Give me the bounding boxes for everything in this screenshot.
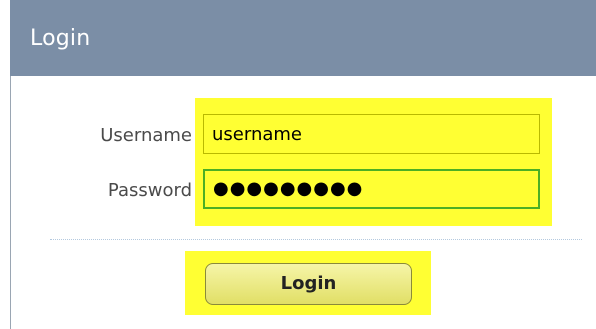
password-label: Password (107, 180, 192, 201)
panel-left-border (10, 76, 11, 329)
page-title: Login (30, 26, 91, 51)
title-bar: Login (10, 0, 596, 76)
form-divider (50, 239, 582, 240)
login-button[interactable]: Login (205, 263, 412, 305)
password-input[interactable]: ●●●●●●●●● (203, 169, 540, 209)
username-input[interactable] (203, 114, 540, 154)
login-window: Login Username Password ●●●●●●●●● Login (0, 0, 596, 329)
username-label: Username (100, 125, 192, 146)
